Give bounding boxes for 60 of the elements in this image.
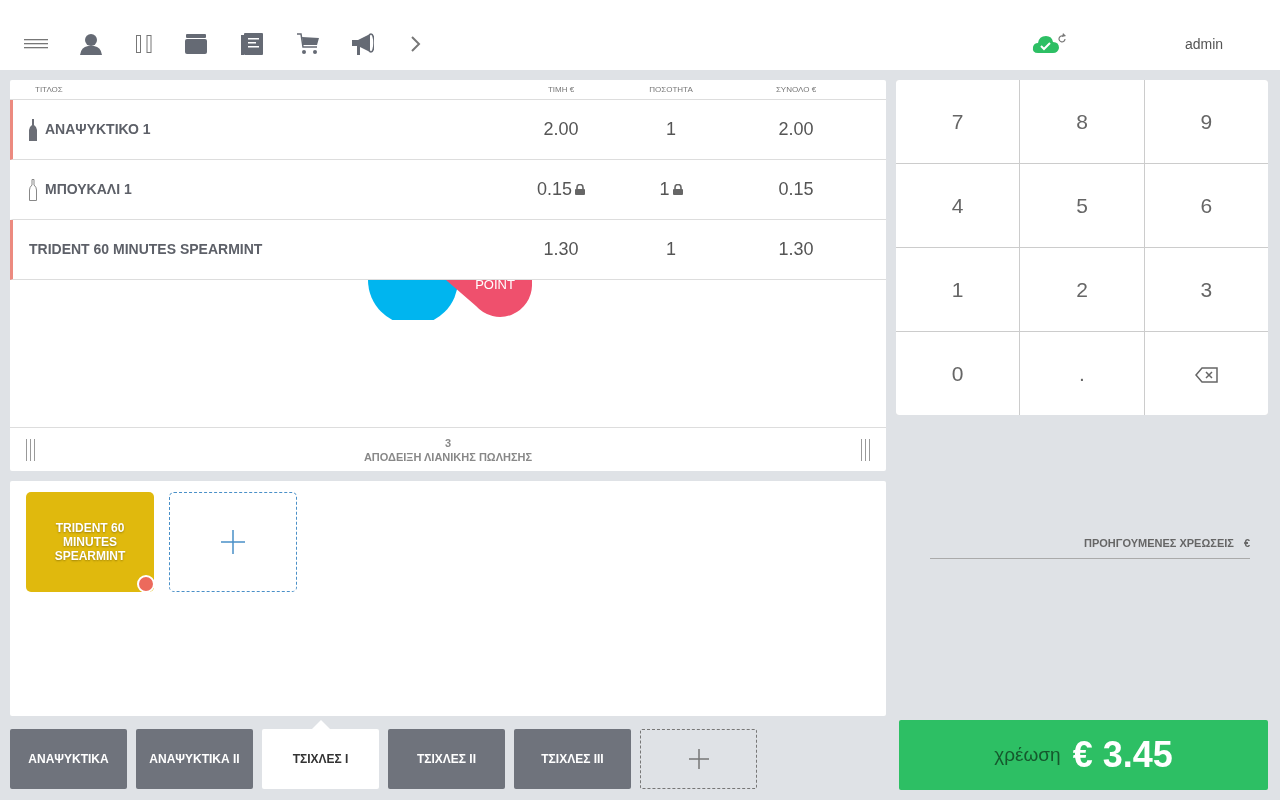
category-tab[interactable]: ΤΣΙΧΛΕΣ III	[514, 729, 631, 789]
megaphone-icon[interactable]	[352, 33, 374, 55]
plus-icon	[221, 530, 245, 554]
plus-icon	[688, 749, 709, 769]
item-total: 1.30	[778, 239, 814, 259]
item-title: ΑΝΑΨΥΚΤΙΚΟ 1	[45, 120, 151, 139]
column-header: ΣΥΝΟΛΟ €	[774, 83, 818, 96]
category-tab[interactable]: ΤΣΙΧΛΕΣ I	[262, 729, 379, 789]
item-quantity: 1	[659, 179, 670, 199]
keypad-key[interactable]: 3	[1144, 248, 1268, 331]
keypad-key[interactable]: 0	[896, 332, 1020, 415]
tab-pointer	[311, 720, 330, 729]
bottle-icon	[29, 118, 37, 141]
document-type[interactable]: ΑΠΟΔΕΙΞΗ ΛΙΑΝΙΚΗΣ ΠΩΛΗΣΗΣ	[363, 449, 533, 464]
keypad-key[interactable]: 7	[896, 80, 1020, 163]
column-header: ΠΟΣΟΤΗΤΑ	[648, 83, 694, 96]
keypad-key[interactable]: 8	[1020, 80, 1144, 163]
backspace-icon	[1194, 367, 1218, 384]
item-title: TRIDENT 60 MINUTES SPEARMINT	[29, 240, 263, 259]
item-price: 0.15	[536, 179, 572, 199]
receipt-count: 3	[443, 435, 453, 450]
pause-icon[interactable]	[136, 35, 152, 53]
keypad-key[interactable]: 5	[1020, 164, 1144, 247]
category-tab[interactable]: ΑΝΑΨΥΚΤΙΚΑ II	[136, 729, 253, 789]
keypad-key[interactable]: 1	[896, 248, 1020, 331]
category-tab[interactable]: ΑΝΑΨΥΚΤΙΚΑ	[10, 729, 127, 789]
keypad-key[interactable]: .	[1020, 332, 1144, 415]
cloud-sync-icon	[1032, 33, 1068, 55]
charge-button[interactable]: χρέωση € 3.45	[899, 720, 1268, 790]
drag-handle-icon[interactable]	[861, 438, 870, 461]
menu-icon[interactable]	[24, 39, 48, 49]
drag-handle-icon[interactable]	[26, 438, 35, 461]
currency-symbol: €	[1243, 537, 1250, 549]
item-quantity: 1	[666, 239, 676, 259]
chevron-right-icon[interactable]	[411, 36, 421, 52]
cart-icon[interactable]	[297, 33, 319, 55]
receipt-row[interactable]: ΑΝΑΨΥΚΤΙΚΟ 1 2.00 1 2.00	[10, 100, 886, 160]
category-tab[interactable]: ΤΣΙΧΛΕΣ II	[388, 729, 505, 789]
bottle-outline-icon	[29, 178, 37, 201]
add-category-button[interactable]	[640, 729, 757, 789]
receipt-row[interactable]: ΜΠΟΥΚΑΛΙ 1 0.15 1 0.15	[10, 160, 886, 220]
item-total: 0.15	[778, 179, 814, 199]
column-header: ΤΙΜΗ €	[546, 83, 576, 96]
item-price: 1.30	[543, 239, 579, 259]
item-total: 2.00	[778, 119, 814, 139]
keypad-key[interactable]: 6	[1144, 164, 1268, 247]
user-name[interactable]: admin	[1185, 33, 1224, 55]
previous-charges-label: ΠΡΟΗΓΟΥΜΕΝΕΣ ΧΡΕΩΣΕΙΣ	[1084, 537, 1234, 549]
notebook-icon[interactable]	[241, 33, 263, 55]
item-title: ΜΠΟΥΚΑΛΙ 1	[45, 180, 132, 199]
folder-icon[interactable]	[185, 34, 207, 54]
keypad-key[interactable]: 2	[1020, 248, 1144, 331]
person-icon[interactable]	[80, 33, 102, 55]
item-price: 2.00	[543, 119, 579, 139]
keypad-key[interactable]: 9	[1144, 80, 1268, 163]
logo-text: POINT	[475, 280, 515, 292]
item-quantity: 1	[666, 119, 676, 139]
add-product-button[interactable]	[169, 492, 297, 592]
column-header: ΤΙΤΛΟΣ	[34, 83, 64, 96]
keypad-key[interactable]: 4	[896, 164, 1020, 247]
